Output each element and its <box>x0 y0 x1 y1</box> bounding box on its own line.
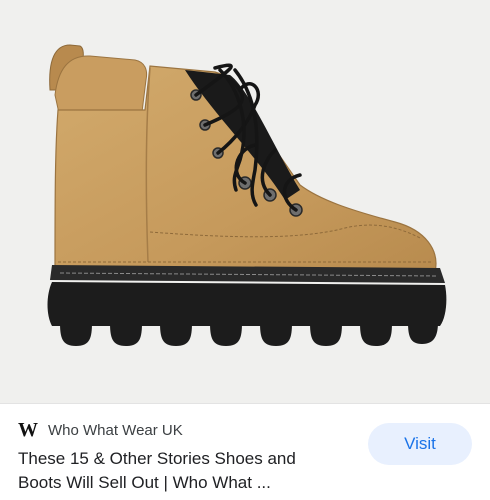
result-title[interactable]: These 15 & Other Stories Shoes and Boots… <box>18 447 348 495</box>
result-title-line-2: Boots Will Sell Out | Who What ... <box>18 473 271 492</box>
source-attribution[interactable]: W Who What Wear UK <box>18 418 183 441</box>
site-name: Who What Wear UK <box>48 421 183 439</box>
boot-illustration <box>47 44 447 346</box>
card-divider <box>0 403 490 404</box>
who-what-wear-logo-icon: W <box>18 418 38 441</box>
visit-button[interactable]: Visit <box>368 423 472 465</box>
product-image[interactable] <box>0 0 490 403</box>
result-title-line-1: These 15 & Other Stories Shoes and <box>18 449 296 468</box>
